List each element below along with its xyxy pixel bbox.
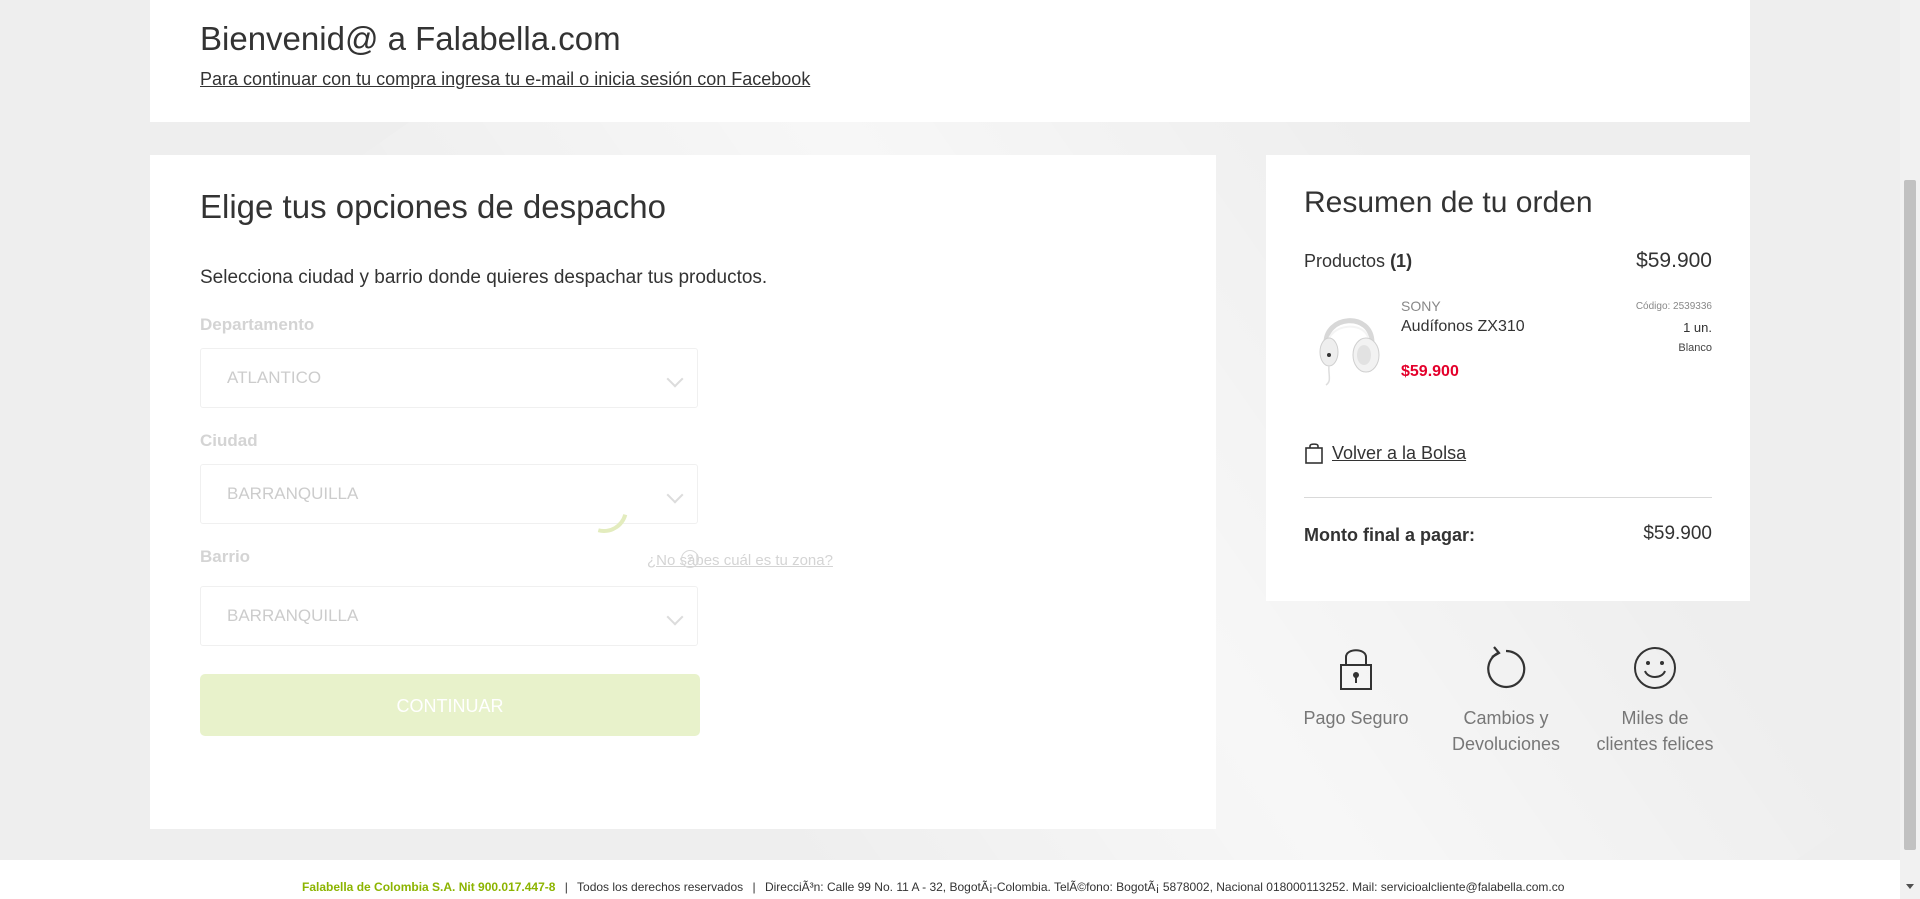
footer-separator: | [564, 880, 568, 894]
happy-clients-text-line1: Miles de [1621, 708, 1689, 728]
departamento-select[interactable]: ATLANTICO [200, 348, 698, 408]
chevron-down-icon [666, 608, 684, 626]
barrio-select[interactable]: BARRANQUILLA [200, 586, 698, 646]
dispatch-title: Elige tus opciones de despacho [200, 188, 666, 225]
back-to-bag-label: Volver a la Bolsa [1332, 442, 1467, 463]
secure-payment-badge: Pago Seguro [1281, 645, 1431, 731]
product-quantity: 1 un. [1683, 320, 1712, 335]
returns-text-line2: Devoluciones [1451, 734, 1561, 754]
ciudad-label: Ciudad [200, 431, 258, 450]
order-summary-panel: Resumen de tu orden Productos (1) $59.90… [1266, 155, 1750, 601]
secure-payment-text: Pago Seguro [1303, 708, 1409, 728]
summary-title: Resumen de tu orden [1304, 186, 1593, 219]
back-to-bag-link[interactable]: Volver a la Bolsa [1304, 442, 1466, 464]
products-label: Productos [1304, 251, 1386, 271]
returns-badge: Cambios y Devoluciones [1431, 645, 1581, 757]
smiley-icon [1634, 647, 1676, 689]
product-brand: SONY [1401, 298, 1441, 314]
welcome-header: Bienvenid@ a Falabella.com Para continua… [150, 0, 1750, 122]
ciudad-value: BARRANQUILLA [227, 484, 359, 503]
shopping-bag-icon [1305, 443, 1323, 464]
product-code: Código: 2539336 [1635, 301, 1712, 312]
barrio-value: BARRANQUILLA [227, 606, 359, 625]
headphones-product-image [1319, 318, 1380, 386]
scrollbar-thumb[interactable] [1904, 180, 1916, 850]
total-label: Monto final a pagar: [1304, 525, 1475, 545]
refresh-icon [1487, 646, 1526, 689]
product-price: $59.900 [1401, 363, 1459, 380]
footer-separator: | [752, 880, 756, 894]
scroll-down-arrow-icon[interactable] [1906, 884, 1914, 889]
returns-text-line1: Cambios y [1463, 708, 1549, 728]
happy-clients-text-line2: clientes felices [1596, 734, 1714, 754]
barrio-label: Barrio [200, 547, 251, 566]
departamento-label: Departamento [200, 315, 315, 334]
continue-button[interactable]: CONTINUAR [200, 674, 700, 736]
product-color: Blanco [1678, 342, 1712, 354]
chevron-down-icon [666, 486, 684, 504]
login-prompt-link[interactable]: Para continuar con tu compra ingresa tu … [200, 69, 810, 90]
departamento-value: ATLANTICO [227, 368, 322, 387]
page-footer: Falabella de Colombia S.A. Nit 900.017.4… [0, 860, 1900, 899]
vertical-scrollbar[interactable] [1900, 0, 1920, 899]
product-name: Audífonos ZX310 [1401, 318, 1525, 335]
total-amount: $59.900 [1643, 523, 1712, 544]
products-total: $59.900 [1636, 249, 1712, 272]
summary-divider [1304, 497, 1712, 498]
footer-address: DirecciÃ³n: Calle 99 No. 11 A - 32, Bogo… [764, 880, 1565, 894]
chevron-down-icon [666, 370, 684, 388]
products-count: (1) [1390, 251, 1413, 271]
dispatch-options-panel: Elige tus opciones de despacho Seleccion… [150, 155, 1216, 829]
happy-clients-badge: Miles de clientes felices [1580, 645, 1730, 757]
lock-icon [1340, 649, 1372, 690]
question-icon[interactable]: ? [681, 550, 699, 568]
products-row: Productos (1) $59.900 [1304, 249, 1712, 272]
footer-company: Falabella de Colombia S.A. Nit 900.017.4… [302, 880, 556, 894]
footer-rights: Todos los derechos reservados [577, 880, 744, 894]
zone-help-link[interactable]: ¿No sabes cuál es tu zona? [647, 552, 833, 569]
welcome-title: Bienvenid@ a Falabella.com [200, 20, 621, 57]
dispatch-description: Selecciona ciudad y barrio donde quieres… [200, 267, 768, 288]
